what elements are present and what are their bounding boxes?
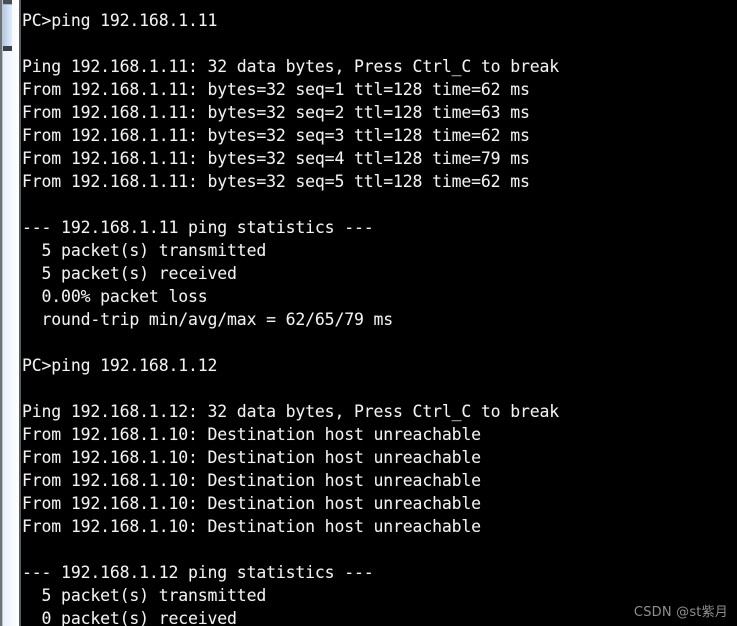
terminal-body[interactable]: PC>ping 192.168.1.11 Ping 192.168.1.11: … bbox=[21, 0, 737, 626]
scrollbar-left-highlight bbox=[2, 0, 3, 626]
scrollbar-thumb[interactable] bbox=[3, 4, 12, 47]
vertical-scrollbar[interactable] bbox=[0, 0, 21, 626]
csdn-watermark: CSDN @st紫月 bbox=[633, 605, 728, 620]
scrollbar-track[interactable] bbox=[3, 0, 19, 626]
scrollbar-bottom-cap bbox=[3, 46, 12, 51]
terminal-window: PC>ping 192.168.1.11 Ping 192.168.1.11: … bbox=[0, 0, 737, 626]
console-output: PC>ping 192.168.1.11 Ping 192.168.1.11: … bbox=[22, 11, 560, 626]
